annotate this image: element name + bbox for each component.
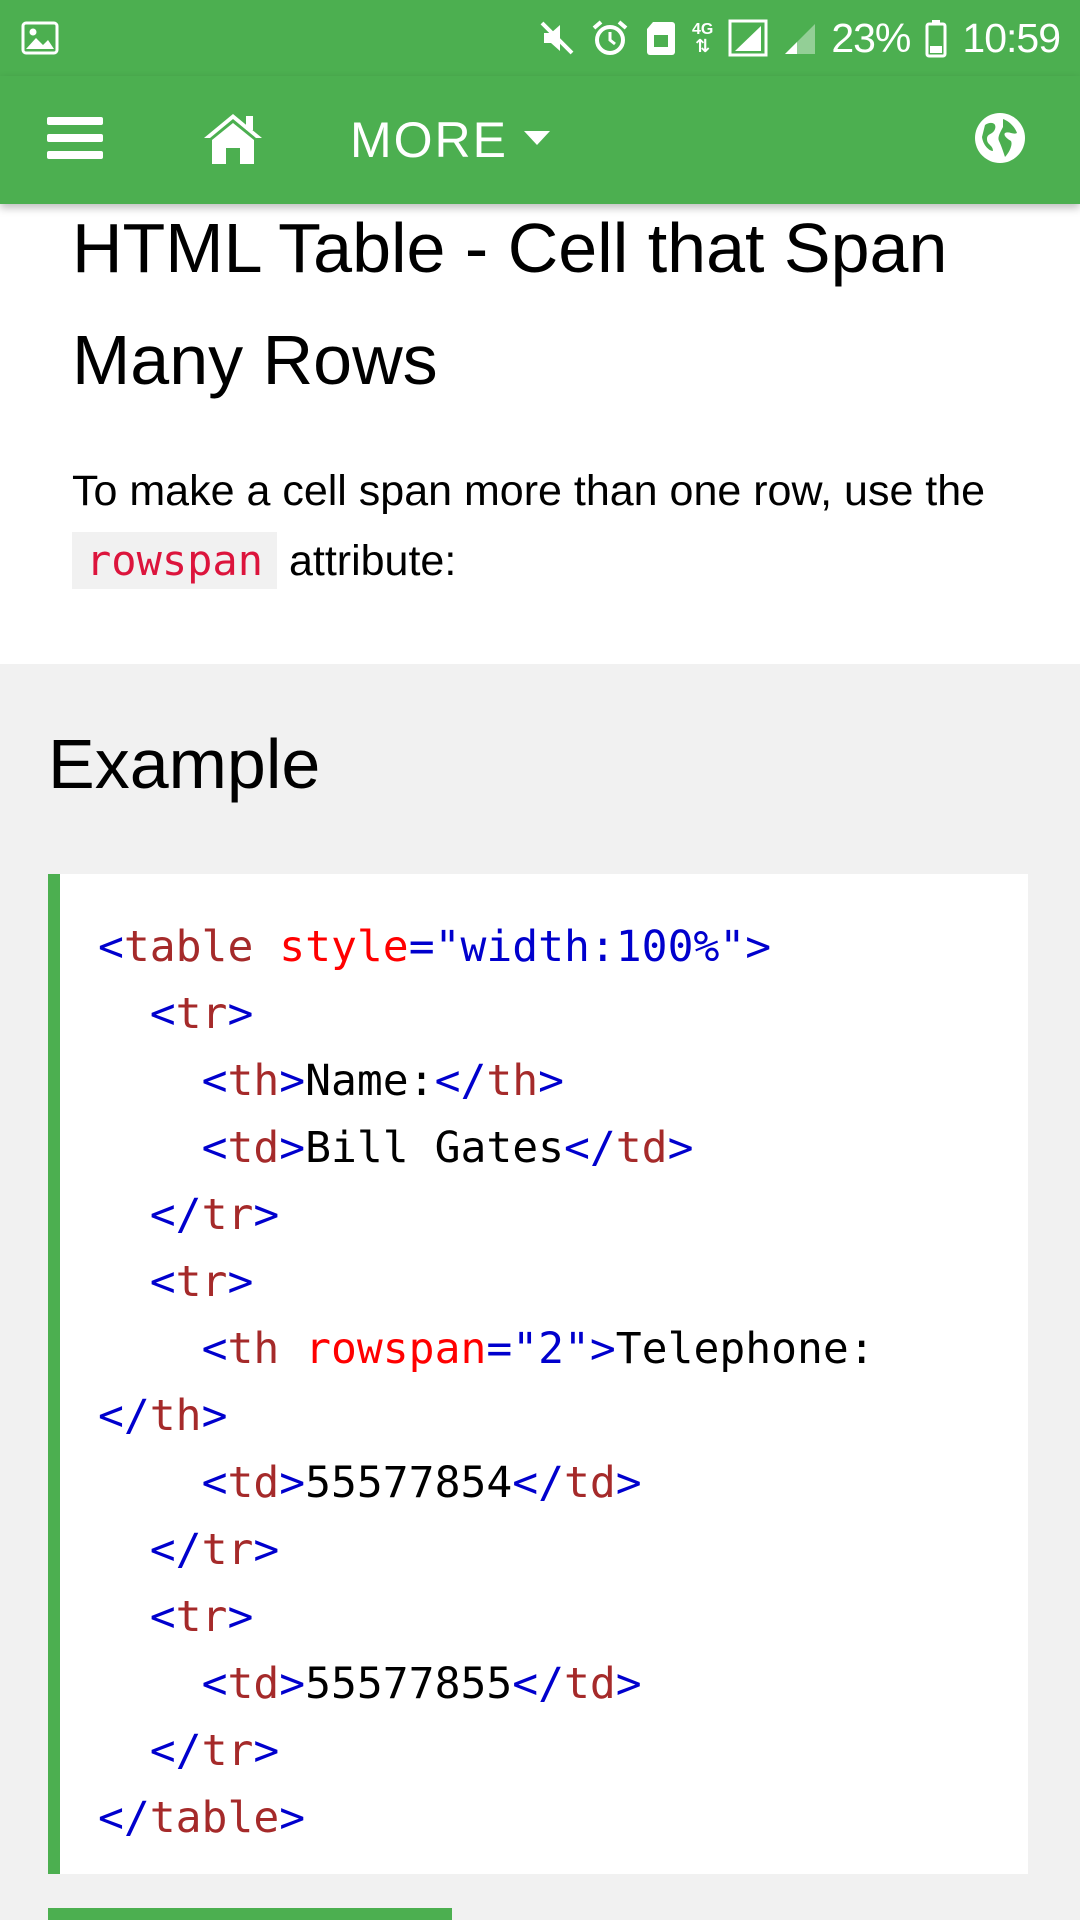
clock: 10:59 (962, 14, 1061, 61)
battery-percent: 23% (831, 14, 911, 61)
code-line: <td>Bill Gates</td> (201, 1123, 694, 1173)
intro-text-before: To make a cell span more than one row, u… (72, 467, 986, 515)
code-block: <table style="width:100%"> <tr> <th>Name… (48, 874, 1028, 1874)
code-line: </tr> (149, 1525, 280, 1575)
status-bar: 4G ⇅ 23% 10:59 (0, 0, 1080, 76)
more-menu-button[interactable]: MORE (350, 76, 570, 204)
home-button[interactable] (188, 76, 278, 204)
intro-text-after: attribute: (277, 537, 457, 585)
code-line: </th> (98, 1391, 228, 1441)
code-line: <th>Name:</th> (201, 1056, 565, 1106)
code-line: <tr> (149, 989, 254, 1039)
more-label: MORE (350, 112, 508, 168)
4g-icon: 4G ⇅ (691, 21, 714, 56)
image-icon (20, 18, 60, 58)
code-line: <td>55577854</td> (201, 1458, 642, 1508)
intro-section: HTML Table - Cell that Span Many Rows To… (0, 204, 1080, 664)
signal-weak-icon (783, 20, 817, 56)
app-toolbar: MORE (0, 76, 1080, 204)
code-line: </tr> (149, 1190, 280, 1240)
globe-icon (973, 111, 1027, 170)
example-heading: Example (48, 725, 321, 803)
sd-card-icon (644, 19, 678, 57)
code-line: <th rowspan="2">Telephone: (201, 1324, 875, 1374)
alarm-icon (590, 18, 630, 58)
caret-down-icon (522, 128, 552, 153)
intro-paragraph: To make a cell span more than one row, u… (72, 456, 1008, 596)
code-line: <tr> (149, 1592, 254, 1642)
home-icon (200, 110, 266, 171)
code-line: <table style="width:100%"> (98, 922, 772, 972)
code-line: <tr> (149, 1257, 254, 1307)
inline-code-rowspan: rowspan (72, 532, 278, 589)
page-title: HTML Table - Cell that Span Many Rows (72, 209, 948, 399)
signal-icon (727, 18, 769, 58)
code-line: </tr> (149, 1726, 280, 1776)
globe-button[interactable] (955, 76, 1045, 204)
menu-button[interactable] (30, 76, 120, 204)
example-section: Example <table style="width:100%"> <tr> … (0, 664, 1080, 1920)
try-it-yourself-button[interactable] (48, 1908, 452, 1920)
code-line: <td>55577855</td> (201, 1659, 642, 1709)
hamburger-menu-icon (45, 113, 105, 168)
code-line: </table> (98, 1793, 306, 1843)
battery-icon (924, 18, 948, 58)
mute-icon (538, 19, 576, 57)
